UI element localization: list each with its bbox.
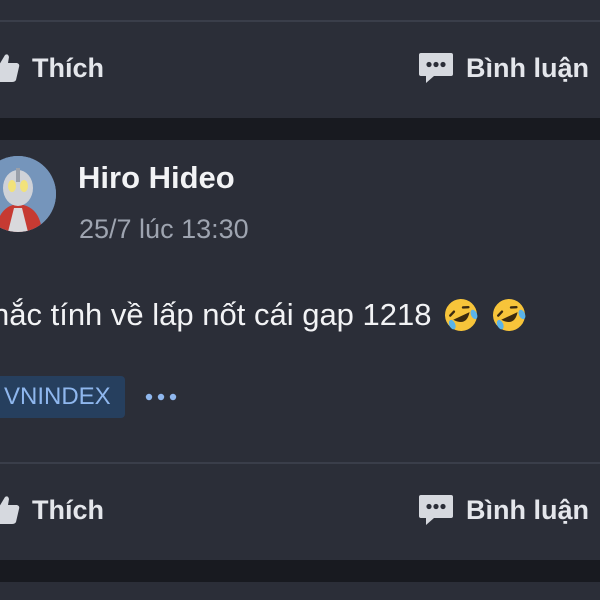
- comment-button[interactable]: Bình luận: [418, 485, 589, 535]
- laughing-emoji-icon: [490, 296, 528, 334]
- like-label: Thích: [32, 52, 104, 83]
- comment-label: Bình luận: [466, 494, 589, 525]
- more-options-button[interactable]: [143, 380, 179, 414]
- divider: [0, 462, 600, 464]
- author-name[interactable]: Hiro Hideo: [78, 160, 235, 196]
- post-action-bar: Thích Bình luận: [0, 485, 600, 535]
- post-content: hắc tính về lấp nốt cái gap 1218: [0, 296, 528, 334]
- tag-chip-vnindex[interactable]: VNINDEX: [0, 376, 125, 418]
- feed-screen: Thích Bình luận Hiro Hideo 25/7 lúc 13:3…: [0, 0, 600, 600]
- avatar[interactable]: [0, 156, 56, 232]
- comment-icon: [418, 493, 454, 527]
- like-button[interactable]: Thích: [0, 43, 104, 93]
- comment-icon: [418, 51, 454, 85]
- laughing-emoji-icon: [442, 296, 480, 334]
- ellipsis-icon: [145, 393, 177, 401]
- like-label: Thích: [32, 494, 104, 525]
- like-button[interactable]: Thích: [0, 485, 104, 535]
- previous-post-card: Thích Bình luận: [0, 0, 600, 118]
- post-timestamp[interactable]: 25/7 lúc 13:30: [79, 214, 249, 245]
- comment-label: Bình luận: [466, 52, 589, 83]
- next-post-card: [0, 582, 600, 600]
- thumbs-up-icon: [0, 53, 20, 83]
- thumbs-up-icon: [0, 495, 20, 525]
- comment-button[interactable]: Bình luận: [418, 43, 589, 93]
- divider: [0, 20, 600, 22]
- post-card: Hiro Hideo 25/7 lúc 13:30 hắc tính về lấ…: [0, 140, 600, 560]
- post-action-bar: Thích Bình luận: [0, 43, 600, 93]
- post-text: hắc tính về lấp nốt cái gap 1218: [0, 297, 432, 332]
